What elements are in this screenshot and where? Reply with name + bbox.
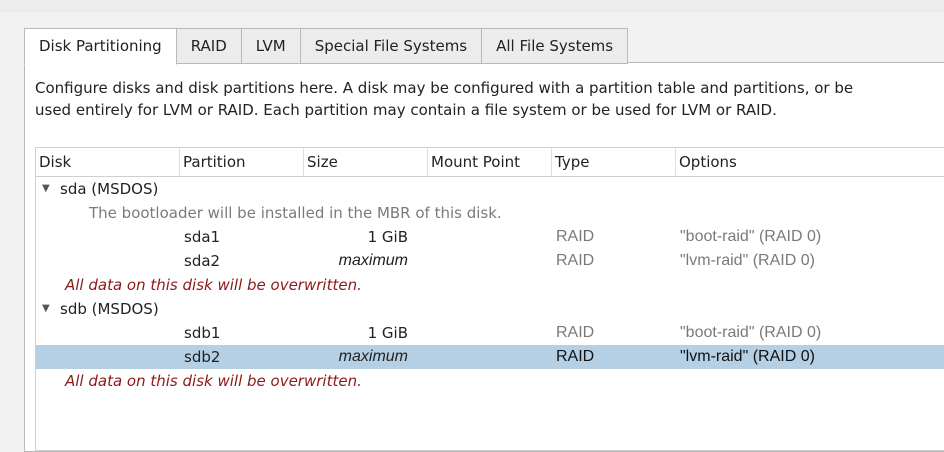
disk-note-row: The bootloader will be installed in the …: [36, 201, 944, 225]
partition-size: maximum: [338, 252, 408, 269]
overwrite-warning: All data on this disk will be overwritte…: [65, 372, 362, 390]
description-line-1: Configure disks and disk partitions here…: [35, 79, 854, 97]
triangle-down-icon[interactable]: ▼: [42, 297, 50, 321]
window-top-strip: [0, 0, 944, 12]
partition-row-sda2[interactable]: sda2 maximum RAID "lvm-raid" (RAID 0): [36, 249, 944, 273]
tab-lvm[interactable]: LVM: [241, 28, 301, 64]
triangle-down-icon[interactable]: ▼: [42, 177, 50, 201]
column-header-type[interactable]: Type: [552, 148, 676, 176]
tab-bar: Disk Partitioning RAID LVM Special File …: [24, 28, 629, 65]
disk-warning-row: All data on this disk will be overwritte…: [36, 273, 944, 297]
disk-row-sdb[interactable]: ▼ sdb (MSDOS): [36, 297, 944, 321]
partition-type: RAID: [556, 348, 595, 365]
tree-header: Disk Partition Size Mount Point Type Opt…: [36, 148, 944, 177]
column-header-partition[interactable]: Partition: [180, 148, 304, 176]
partition-row-sda1[interactable]: sda1 1 GiB RAID "boot-raid" (RAID 0): [36, 225, 944, 249]
description: Configure disks and disk partitions here…: [35, 77, 935, 121]
partition-size: maximum: [338, 348, 408, 365]
partition-name: sda1: [184, 228, 221, 246]
disk-row-sda[interactable]: ▼ sda (MSDOS): [36, 177, 944, 201]
partition-type: RAID: [556, 252, 595, 269]
partition-options: "lvm-raid" (RAID 0): [680, 252, 815, 269]
disk-warning-row: All data on this disk will be overwritte…: [36, 369, 944, 393]
partition-options: "boot-raid" (RAID 0): [680, 228, 822, 245]
tab-all-file-systems[interactable]: All File Systems: [482, 28, 629, 64]
disk-name: sdb (MSDOS): [60, 300, 159, 318]
disk-partitioning-panel: Configure disks and disk partitions here…: [24, 62, 944, 452]
bootloader-note: The bootloader will be installed in the …: [89, 204, 502, 222]
partition-size: 1 GiB: [367, 228, 408, 246]
tab-raid[interactable]: RAID: [176, 28, 242, 64]
partition-type: RAID: [556, 324, 595, 341]
column-header-options[interactable]: Options: [676, 148, 944, 176]
overwrite-warning: All data on this disk will be overwritte…: [65, 276, 362, 294]
tab-disk-partitioning[interactable]: Disk Partitioning: [24, 28, 177, 65]
partition-name: sda2: [184, 252, 221, 270]
partition-name: sdb2: [184, 348, 221, 366]
disk-tree-view[interactable]: Disk Partition Size Mount Point Type Opt…: [35, 147, 944, 451]
description-line-2: used entirely for LVM or RAID. Each part…: [35, 101, 777, 119]
partition-row-sdb2-selected[interactable]: sdb2 maximum RAID "lvm-raid" (RAID 0): [36, 345, 944, 369]
partition-options: "lvm-raid" (RAID 0): [680, 348, 815, 365]
disk-name: sda (MSDOS): [60, 180, 159, 198]
column-header-disk[interactable]: Disk: [36, 148, 180, 176]
partition-name: sdb1: [184, 324, 221, 342]
column-header-mount-point[interactable]: Mount Point: [428, 148, 552, 176]
partition-row-sdb1[interactable]: sdb1 1 GiB RAID "boot-raid" (RAID 0): [36, 321, 944, 345]
partition-options: "boot-raid" (RAID 0): [680, 324, 822, 341]
partition-type: RAID: [556, 228, 595, 245]
partition-size: 1 GiB: [367, 324, 408, 342]
tab-special-file-systems[interactable]: Special File Systems: [300, 28, 483, 64]
column-header-size[interactable]: Size: [304, 148, 428, 176]
